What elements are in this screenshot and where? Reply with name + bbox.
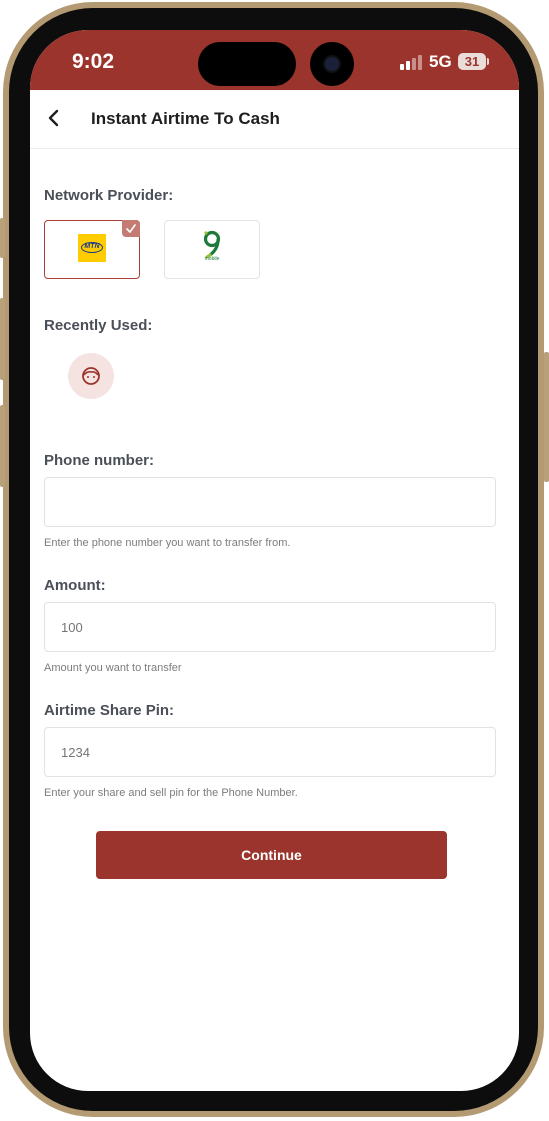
share-pin-label: Airtime Share Pin: [44,702,175,719]
share-pin-hint: Enter your share and sell pin for the Ph… [44,787,298,799]
continue-button[interactable]: Continue [96,831,447,879]
recently-used-label: Recently Used: [44,317,153,334]
recent-contact-avatar[interactable] [68,353,114,399]
network-provider-label: Network Provider: [44,187,174,204]
phone-number-hint: Enter the phone number you want to trans… [44,537,291,549]
network-type: 5G [429,52,452,71]
signal-icon [400,54,424,70]
mtn-logo: MTN [78,234,106,262]
provider-option-9mobile[interactable]: mobile [164,220,260,279]
phone-screen: 9:02 5G 31 Instant Airtime To Cash Netwo… [30,30,519,1091]
app-header: Instant Airtime To Cash [30,90,519,149]
side-button-mute [0,218,5,258]
9mobile-logo: mobile [197,229,227,269]
back-arrow-icon[interactable] [44,108,64,128]
amount-hint: Amount you want to transfer [44,662,182,674]
provider-option-mtn[interactable]: MTN [44,220,140,279]
side-button-volume-up [0,298,5,380]
phone-number-input[interactable] [44,477,496,527]
contact-face-icon [82,367,100,385]
selected-check-icon [122,220,140,237]
share-pin-input[interactable] [44,727,496,777]
page-title: Instant Airtime To Cash [91,109,280,128]
phone-number-label: Phone number: [44,452,155,469]
side-button-volume-down [0,405,5,487]
status-bar: 9:02 5G 31 [30,30,519,90]
amount-label: Amount: [44,577,106,594]
status-time: 9:02 [72,50,115,73]
amount-input[interactable] [44,602,496,652]
battery-icon: 31 [458,53,486,70]
side-button-power [544,352,549,482]
dynamic-island [198,42,296,86]
battery-cap [487,58,489,65]
front-camera [310,42,354,86]
